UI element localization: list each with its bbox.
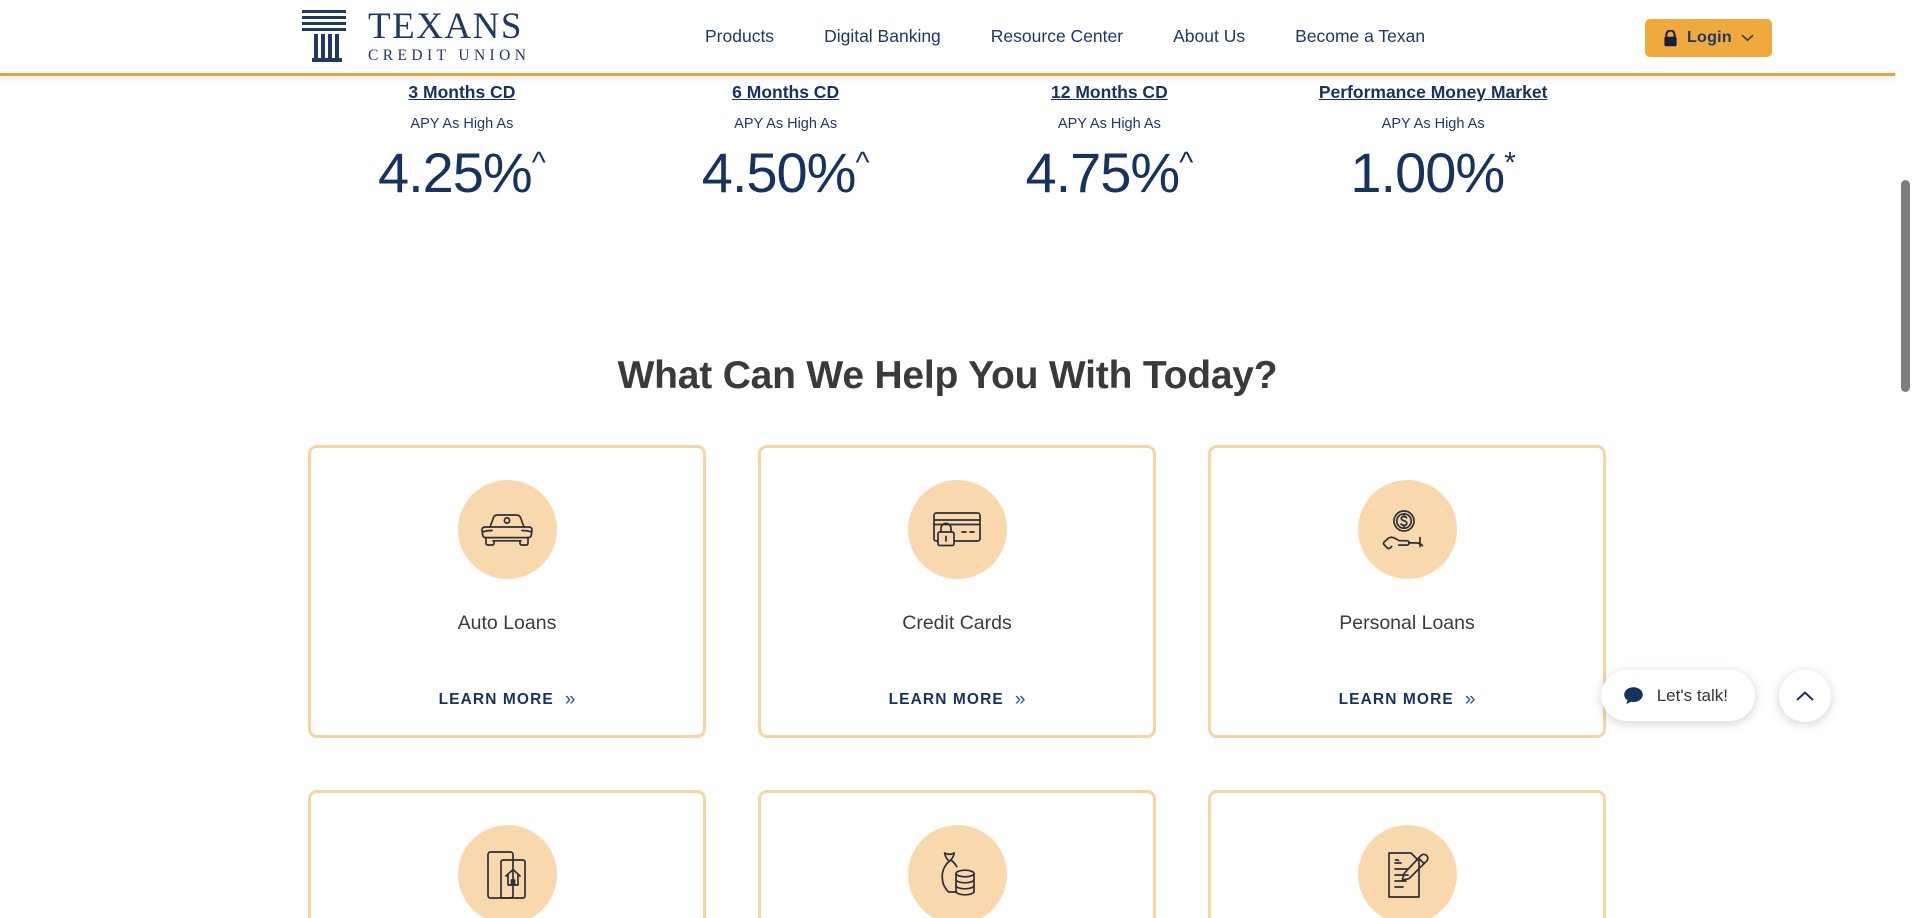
lock-icon [1663,29,1678,47]
rate-subtitle: APY As High As [734,116,838,132]
credit-card-lock-icon [907,480,1007,579]
site-header: TEXANS CREDIT UNION Products Digital Ban… [0,0,1895,76]
rate-value: 4.25%^ [377,141,546,204]
rate-subtitle: APY As High As [1381,116,1485,132]
chat-widget-label: Let's talk! [1656,685,1728,705]
page-root: TEXANS CREDIT UNION Products Digital Ban… [0,0,1915,918]
rate-card-3-months-cd: 3 Months CD APY As High As 4.25%^ [300,82,624,205]
rate-title-link[interactable]: 3 Months CD [408,82,515,103]
help-card-savings[interactable]: LEARN MORE » [758,790,1156,918]
rate-title-link[interactable]: Performance Money Market [1319,82,1548,103]
rate-subtitle: APY As High As [410,116,514,132]
hand-coin-icon [1357,480,1457,579]
chat-widget-button[interactable]: Let's talk! [1600,670,1755,721]
help-card-credit-cards[interactable]: Credit Cards LEARN MORE » [758,445,1156,738]
logo-wordmark: TEXANS CREDIT UNION [368,8,530,64]
rate-value: 4.50%^ [701,141,870,204]
login-button-label: Login [1686,29,1732,46]
rate-card-performance-money-market: Performance Money Market APY As High As … [1271,82,1595,205]
learn-more-link[interactable]: LEARN MORE » [1339,690,1476,709]
help-card-apply[interactable]: LEARN MORE » [1208,790,1606,918]
page-scrollbar[interactable] [1895,0,1915,918]
learn-more-label: LEARN MORE [888,690,1004,708]
rate-value: 4.75%^ [1025,141,1194,204]
learn-more-label: LEARN MORE [1338,690,1454,708]
double-chevron-right-icon: » [564,689,576,710]
login-button[interactable]: Login [1644,19,1772,57]
double-chevron-right-icon: » [1464,689,1476,710]
learn-more-label: LEARN MORE [438,690,554,708]
chevron-up-icon [1796,690,1814,702]
help-card-auto-loans[interactable]: Auto Loans LEARN MORE » [308,445,706,738]
rate-title-link[interactable]: 6 Months CD [732,82,839,103]
rate-subtitle: APY As High As [1057,116,1161,132]
site-logo[interactable]: TEXANS CREDIT UNION [300,8,530,64]
nav-item-digital-banking[interactable]: Digital Banking [799,26,966,47]
texans-columns-logo-icon [300,8,358,64]
help-card-title: Personal Loans [1339,612,1475,634]
nav-item-resource-center[interactable]: Resource Center [966,26,1148,47]
help-card-personal-loans[interactable]: Personal Loans LEARN MORE » [1208,445,1606,738]
nav-item-products[interactable]: Products [680,26,799,47]
help-card-title: Credit Cards [902,612,1012,634]
chevron-down-icon [1741,34,1754,43]
help-card-mortgage[interactable]: LEARN MORE » [308,790,706,918]
rates-strip: 3 Months CD APY As High As 4.25%^ 6 Mont… [0,82,1895,205]
nav-item-about-us[interactable]: About Us [1148,26,1270,47]
scrollbar-thumb[interactable] [1901,180,1910,392]
rate-card-12-months-cd: 12 Months CD APY As High As 4.75%^ [948,82,1272,205]
money-bag-coins-icon [907,825,1007,918]
main-navigation: Products Digital Banking Resource Center… [680,0,1450,73]
learn-more-link[interactable]: LEARN MORE » [439,690,576,709]
rate-value: 1.00%* [1350,141,1516,204]
document-pen-icon [1357,825,1457,918]
mobile-home-icon [457,825,557,918]
learn-more-link[interactable]: LEARN MORE » [889,690,1026,709]
nav-item-become-a-texan[interactable]: Become a Texan [1270,26,1450,47]
logo-name: TEXANS [368,6,523,48]
help-card-title: Auto Loans [457,612,557,634]
help-card-grid: Auto Loans LEARN MORE » Credit Cards LEA… [308,445,1606,918]
rate-card-6-months-cd: 6 Months CD APY As High As 4.50%^ [624,82,948,205]
logo-tagline: CREDIT UNION [368,47,531,65]
scroll-to-top-button[interactable] [1779,670,1831,722]
double-chevron-right-icon: » [1014,689,1026,710]
rate-title-link[interactable]: 12 Months CD [1051,82,1168,103]
page-title: What Can We Help You With Today? [617,354,1278,398]
chat-bubble-icon [1623,686,1644,706]
car-icon [457,480,557,579]
